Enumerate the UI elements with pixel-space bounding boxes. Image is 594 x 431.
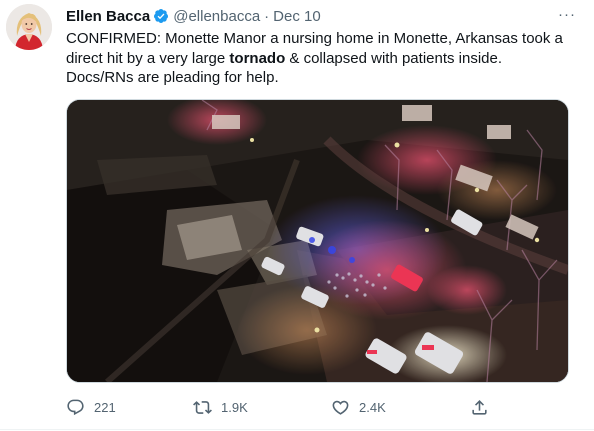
retweet-button[interactable]: 1.9K [193,394,248,420]
tweet-header: Ellen Bacca @ellenbacca · Dec 10 [66,6,321,26]
avatar[interactable] [6,4,52,50]
author-name[interactable]: Ellen Bacca [66,8,150,25]
tweet-text: CONFIRMED: Monette Manor a nursing home … [66,29,572,88]
like-button[interactable]: 2.4K [331,394,386,420]
tweet-actions: 221 1.9K 2.4K [0,394,594,420]
author-handle[interactable]: @ellenbacca [173,8,260,25]
retweet-icon [193,400,212,414]
like-count: 2.4K [359,399,386,415]
tweet-text-bold: tornado [229,49,286,67]
tweet-photo[interactable] [66,99,569,383]
reply-icon [67,399,84,415]
heart-icon [332,400,349,415]
reply-count: 221 [94,399,116,415]
verified-badge-icon [153,8,169,24]
share-icon [472,399,487,415]
retweet-count: 1.9K [221,399,248,415]
tweet: Ellen Bacca @ellenbacca · Dec 10 ··· CON… [0,0,594,431]
header-separator: · [264,7,270,25]
reply-button[interactable]: 221 [66,394,116,420]
more-horizontal-icon[interactable]: ··· [556,5,578,23]
divider [0,429,594,430]
share-button[interactable] [470,394,489,420]
tweet-date[interactable]: Dec 10 [273,8,321,25]
